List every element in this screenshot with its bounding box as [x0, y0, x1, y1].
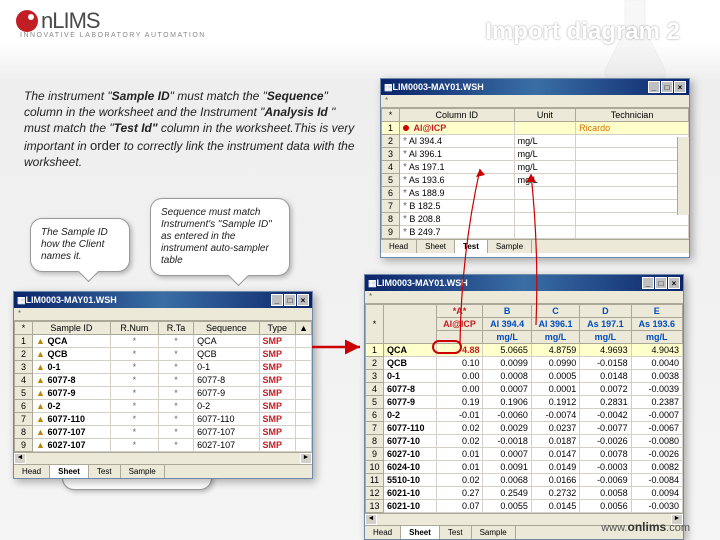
window-title: LIM0003-MAY01.WSH	[377, 278, 641, 288]
tabs-left[interactable]: HeadSheetTestSample	[14, 464, 312, 478]
window-worksheet-left: ▦ LIM0003-MAY01.WSH _ □ × * *Sample IDR.…	[13, 291, 313, 479]
callout-sequence: Sequence must match Instrument's "Sample…	[150, 198, 290, 276]
app-icon: ▦	[384, 82, 393, 93]
tagline: INNOVATIVE LABORATORY AUTOMATION	[20, 32, 206, 39]
close-button[interactable]: ×	[674, 81, 686, 93]
logo: nLIMS	[16, 8, 100, 34]
scrollbar-h[interactable]: ◄►	[14, 452, 312, 464]
footer-url: www.onlims.com	[601, 520, 690, 534]
minimize-button[interactable]: _	[648, 81, 660, 93]
window-title: LIM0003-MAY01.WSH	[26, 295, 270, 305]
scrollbar-v[interactable]	[677, 137, 689, 215]
intro-text: The instrument "Sample ID" must match th…	[24, 88, 364, 170]
columns-grid[interactable]: *Column IDUnitTechnician1 Al@ICPRicardo2…	[381, 108, 689, 239]
window-title: LIM0003-MAY01.WSH	[393, 82, 647, 92]
minimize-button[interactable]: _	[271, 294, 283, 306]
app-icon: ▦	[17, 295, 26, 306]
window-worksheet-right: ▦ LIM0003-MAY01.WSH _ □ × * **A*BCDEAl@I…	[364, 274, 684, 540]
arrow-link	[310, 332, 370, 362]
maximize-button[interactable]: □	[661, 81, 673, 93]
maximize-button[interactable]: □	[655, 277, 667, 289]
worksheet-grid-right[interactable]: **A*BCDEAl@ICPAl 394.4Al 396.1As 197.1As…	[365, 304, 683, 513]
close-button[interactable]: ×	[668, 277, 680, 289]
window-columns: ▦ LIM0003-MAY01.WSH _ □ × * *Column IDUn…	[380, 78, 690, 258]
circle-highlight	[432, 340, 462, 354]
app-icon: ▦	[368, 278, 377, 289]
toolbar-hint: *	[381, 95, 689, 108]
maximize-button[interactable]: □	[284, 294, 296, 306]
minimize-button[interactable]: _	[642, 277, 654, 289]
close-button[interactable]: ×	[297, 294, 309, 306]
worksheet-grid-left[interactable]: *Sample IDR.NumR.TaSequenceType▲1▲ QCA**…	[14, 321, 312, 452]
page-title: Import diagram 2	[485, 18, 680, 46]
callout-sample-id: The Sample ID how the Client names it.	[30, 218, 130, 272]
tabs-top[interactable]: HeadSheetTestSample	[381, 239, 689, 253]
toolbar-hint: *	[365, 291, 683, 304]
toolbar-hint: *	[14, 308, 312, 321]
